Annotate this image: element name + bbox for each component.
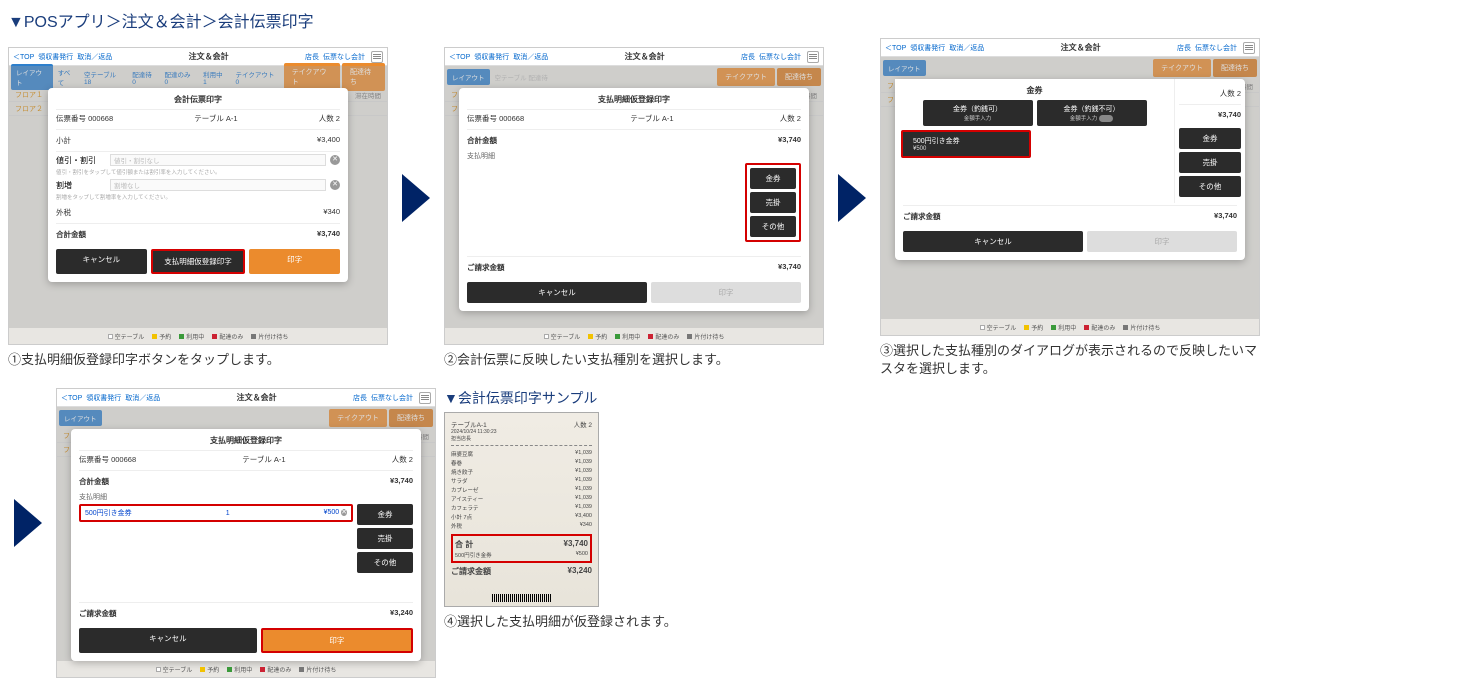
total-label: 合計金額 — [56, 229, 86, 240]
fee-hint: 割増をタップして割増率を入力してください。 — [56, 193, 340, 201]
shop-link[interactable]: 店長 — [305, 52, 319, 62]
tax-val: ¥340 — [323, 207, 340, 218]
table-label: テーブル A-1 — [194, 113, 237, 124]
credit-button[interactable]: 売掛 — [750, 192, 796, 213]
menu-icon[interactable] — [1243, 42, 1255, 54]
dlg-title: 会計伝票印字 — [56, 94, 340, 110]
menu-icon[interactable] — [807, 51, 819, 63]
total-val: ¥3,740 — [317, 229, 340, 240]
receipt-link[interactable]: 領収書発行 — [38, 52, 73, 62]
page-title: ▼POSアプリ＞注文＆会計＞会計伝票印字 — [8, 8, 1457, 32]
fee-input[interactable]: 割増なし — [110, 179, 326, 191]
voucher-500yen[interactable]: 500円引き金券 ¥500 — [901, 130, 1031, 158]
pos-screenshot-3: ＜TOP 領収書発行 取消／返品 注文＆会計 店長 伝票なし会計 レイアウト テ… — [880, 38, 1260, 336]
step-2: ＜TOP 領収書発行 取消／返品 注文＆会計 店長 伝票なし会計 レイアウト 空… — [444, 47, 824, 369]
other-button[interactable]: その他 — [750, 216, 796, 237]
cancel-button[interactable]: キャンセル — [56, 249, 147, 274]
other-button[interactable]: その他 — [357, 552, 413, 573]
persons: 人数 2 — [319, 113, 340, 124]
pos-screenshot-2: ＜TOP 領収書発行 取消／返品 注文＆会計 店長 伝票なし会計 レイアウト 空… — [444, 47, 824, 345]
cancel-return-link[interactable]: 取消／返品 — [77, 52, 112, 62]
menu-icon[interactable] — [371, 51, 383, 63]
other-button[interactable]: その他 — [1179, 176, 1241, 197]
sample-col: ▼会計伝票印字サンプル テーブルA-1 2024/10/24 11:30:23 … — [444, 388, 677, 631]
step-1: ＜TOP 領収書発行 取消／返品 注文＆会計 店長 伝票なし会計 レイアウト す… — [8, 47, 388, 369]
subtotal-label: 小計 — [56, 135, 71, 146]
dialog-print: 会計伝票印字 伝票番号 000668テーブル A-1人数 2 小計¥3,400 … — [48, 88, 348, 282]
voucher-button[interactable]: 金券 — [750, 168, 796, 189]
voucher-button[interactable]: 金券 — [1179, 128, 1241, 149]
voucher-line: 500円引き金券 1 ¥500 ✕ — [79, 504, 353, 522]
arrow-icon — [838, 174, 866, 222]
clear-icon-2[interactable]: ✕ — [330, 180, 340, 190]
tax-label: 外税 — [56, 207, 71, 218]
top-link[interactable]: ＜TOP — [13, 52, 34, 62]
print-button-disabled: 印字 — [1087, 231, 1237, 252]
arrow-icon — [14, 499, 42, 547]
print-button[interactable]: 印字 — [261, 628, 413, 653]
remove-icon[interactable]: ✕ — [341, 509, 347, 516]
slip-no: 伝票番号 000668 — [56, 113, 113, 124]
step-4: ＜TOP 領収書発行 取消／返品 注文＆会計 店長 伝票なし会計 レイアウト テ… — [56, 388, 436, 678]
step-3: ＜TOP 領収書発行 取消／返品 注文＆会計 店長 伝票なし会計 レイアウト テ… — [880, 38, 1260, 378]
voucher-change-ng[interactable]: 金券（釣銭不可） 金額手入力 — [1037, 100, 1147, 126]
cancel-button[interactable]: キャンセル — [467, 282, 647, 303]
subtotal-val: ¥3,400 — [317, 135, 340, 146]
pos-screenshot-4: ＜TOP 領収書発行 取消／返品 注文＆会計 店長 伝票なし会計 レイアウト テ… — [56, 388, 436, 678]
credit-button[interactable]: 売掛 — [1179, 152, 1241, 173]
menu-icon[interactable] — [419, 392, 431, 404]
caption-1: ①支払明細仮登録印字ボタンをタップします。 — [8, 351, 280, 369]
arrow-icon — [402, 174, 430, 222]
noslip-link[interactable]: 伝票なし会計 — [323, 52, 365, 62]
print-button-disabled: 印字 — [651, 282, 801, 303]
fee-label: 割増 — [56, 180, 106, 191]
voucher-change-ok[interactable]: 金券（釣銭可） 金額手入力 — [923, 100, 1033, 126]
caption-3: ③選択した支払種別のダイアログが表示されるので反映したいマスタを選択します。 — [880, 342, 1260, 378]
dialog-voucher: 金券 金券（釣銭可） 金額手入力 金券（釣銭不可） 金額手入力 — [895, 79, 1245, 260]
preregister-button[interactable]: 支払明細仮登録印字 — [151, 249, 246, 274]
discount-label: 値引・割引 — [56, 155, 106, 166]
caption-2: ②会計伝票に反映したい支払種別を選択します。 — [444, 351, 729, 369]
dialog-pay-detail-filled: 支払明細仮登録印字 伝票番号 000668テーブル A-1人数 2 合計金額¥3… — [71, 429, 421, 661]
discount-hint: 値引・割引をタップして値引額または割引率を入力してください。 — [56, 168, 340, 176]
receipt-sample: テーブルA-1 2024/10/24 11:30:23 担当店長 人数 2 麻婆… — [444, 412, 599, 607]
pos-screenshot-1: ＜TOP 領収書発行 取消／返品 注文＆会計 店長 伝票なし会計 レイアウト す… — [8, 47, 388, 345]
print-button[interactable]: 印字 — [249, 249, 340, 274]
sample-title: ▼会計伝票印字サンプル — [444, 388, 597, 408]
caption-4: ④選択した支払明細が仮登録されます。 — [444, 613, 677, 631]
dialog-pay-detail: 支払明細仮登録印字 伝票番号 000668テーブル A-1人数 2 合計金額¥3… — [459, 88, 809, 311]
discount-input[interactable]: 値引・割引なし — [110, 154, 326, 166]
cancel-button[interactable]: キャンセル — [903, 231, 1083, 252]
cancel-button[interactable]: キャンセル — [79, 628, 257, 653]
credit-button[interactable]: 売掛 — [357, 528, 413, 549]
header-title: 注文＆会計 — [116, 51, 301, 62]
clear-icon[interactable]: ✕ — [330, 155, 340, 165]
voucher-button[interactable]: 金券 — [357, 504, 413, 525]
